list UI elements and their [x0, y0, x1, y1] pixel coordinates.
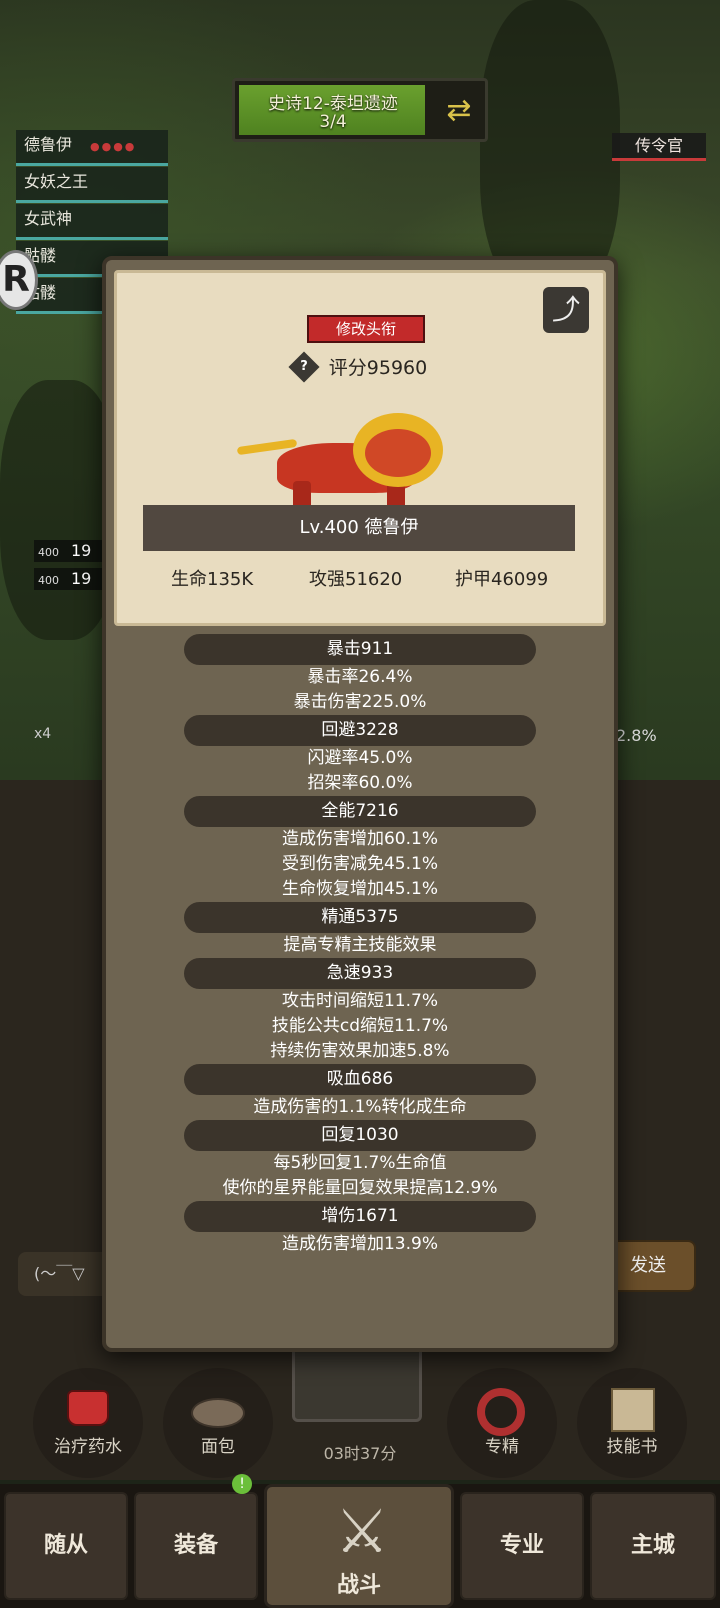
- chat-input[interactable]: (～￣▽: [18, 1252, 114, 1296]
- stat-line: 暴击率26.4%: [307, 667, 413, 687]
- nav-tab-city[interactable]: 主城: [590, 1492, 716, 1600]
- unit-hp-bar: 400 19: [34, 568, 104, 590]
- lion-pet-portrait: [236, 403, 487, 513]
- attack-stat: 攻强51620: [309, 569, 403, 590]
- nav-tab-follower[interactable]: 随从: [4, 1492, 128, 1600]
- score-row: ? 评分95960: [117, 350, 603, 383]
- quest-title: 史诗12-泰坦遗迹: [268, 94, 398, 114]
- star-rating: ●●●●: [90, 140, 137, 153]
- character-card: ⤴ 修改头衔 ? 评分95960 Lv.400 德鲁伊 生命135K 攻强5162…: [114, 270, 606, 626]
- action-label: 技能书: [606, 1437, 658, 1457]
- stat-line: 使你的星界能量回复效果提高12.9%: [222, 1178, 498, 1198]
- character-stats-dialog: ⤴ 修改头衔 ? 评分95960 Lv.400 德鲁伊 生命135K 攻强5162…: [102, 256, 618, 1352]
- action-potion[interactable]: 治疗药水: [28, 1368, 148, 1478]
- stat-line: 造成伤害增加60.1%: [281, 829, 438, 849]
- stat-line: 技能公共cd缩短11.7%: [271, 1016, 449, 1036]
- action-label: 专精: [485, 1437, 519, 1457]
- stat-line: 暴击伤害225.0%: [293, 692, 427, 712]
- quest-progress-text: 3/4: [319, 112, 347, 132]
- herald-button[interactable]: 传令官: [612, 133, 706, 161]
- potion-icon: [67, 1390, 109, 1426]
- stat-line: 招架率60.0%: [307, 773, 413, 793]
- crossed-swords-icon: ⚔: [335, 1497, 389, 1567]
- stat-line: 每5秒回复1.7%生命值: [273, 1153, 447, 1173]
- action-label: 治疗药水: [54, 1437, 122, 1457]
- stat-header: 全能7216: [184, 796, 536, 827]
- stat-line: 生命恢复增加45.1%: [281, 879, 438, 899]
- stat-group-leech: 吸血686 造成伤害的1.1%转化成生命: [106, 1064, 614, 1120]
- roster-item[interactable]: 女妖之王: [16, 167, 168, 203]
- stat-header: 回避3228: [184, 715, 536, 746]
- side-percent: 2.8%: [616, 726, 657, 745]
- nav-tab-equipment[interactable]: 装备: [134, 1492, 258, 1600]
- roster-name: 女妖之王: [24, 172, 89, 191]
- action-label: 面包: [201, 1437, 235, 1457]
- stat-group-crit: 暴击911 暴击率26.4% 暴击伤害225.0%: [106, 634, 614, 715]
- stat-header: 精通5375: [184, 902, 536, 933]
- unit-hp-bar: 400 19: [34, 540, 104, 562]
- score-text: 评分95960: [328, 357, 428, 379]
- stat-line: 攻击时间缩短11.7%: [281, 991, 438, 1011]
- stat-group-damage-increase: 增伤1671 造成伤害增加13.9%: [106, 1201, 614, 1257]
- stat-header: 吸血686: [184, 1064, 536, 1095]
- roster-name: 女武神: [24, 209, 73, 228]
- stat-line: 闪避率45.0%: [307, 748, 413, 768]
- stat-line: 造成伤害的1.1%转化成生命: [253, 1097, 467, 1117]
- stat-line: 提高专精主技能效果: [283, 935, 437, 955]
- action-bread[interactable]: 面包: [158, 1368, 278, 1478]
- nav-tab-label: 战斗: [336, 1573, 381, 1598]
- stat-header: 增伤1671: [184, 1201, 536, 1232]
- character-name-plate: Lv.400 德鲁伊: [143, 505, 575, 551]
- roster-name: 德鲁伊: [24, 135, 73, 154]
- book-icon: [611, 1388, 655, 1432]
- swap-icon[interactable]: ⇄: [439, 91, 479, 131]
- quest-progress-banner[interactable]: 史诗12-泰坦遗迹 3/4 ⇄: [232, 78, 488, 142]
- bread-icon: [191, 1398, 245, 1428]
- stat-line: 持续伤害效果加速5.8%: [270, 1041, 450, 1061]
- nav-tab-profession[interactable]: 专业: [460, 1492, 584, 1600]
- roster-item[interactable]: 德鲁伊 ●●●●: [16, 130, 168, 166]
- stat-header: 回复1030: [184, 1120, 536, 1151]
- secondary-stats-list: 暴击911 暴击率26.4% 暴击伤害225.0% 回避3228 闪避率45.0…: [106, 634, 614, 1257]
- action-specialization[interactable]: 专精: [442, 1368, 562, 1478]
- spec-icon: [477, 1388, 525, 1436]
- roster-item[interactable]: 女武神: [16, 204, 168, 240]
- tree-silhouette: [480, 0, 620, 300]
- stat-group-avoidance: 回避3228 闪避率45.0% 招架率60.0%: [106, 715, 614, 796]
- stat-header: 急速933: [184, 958, 536, 989]
- edit-title-button[interactable]: 修改头衔: [307, 315, 425, 343]
- bottom-navigation: 随从 装备 ! ⚔ 战斗 专业 主城: [0, 1474, 720, 1608]
- stat-group-versatility: 全能7216 造成伤害增加60.1% 受到伤害减免45.1% 生命恢复增加45.…: [106, 796, 614, 902]
- action-skill-book[interactable]: 技能书: [572, 1368, 692, 1478]
- stat-group-mastery: 精通5375 提高专精主技能效果: [106, 902, 614, 958]
- hp-stat: 生命135K: [171, 569, 254, 590]
- help-icon[interactable]: ?: [288, 350, 320, 383]
- basic-stats-row: 生命135K 攻强51620 护甲46099: [117, 565, 603, 597]
- chest-timer: 03时37分: [323, 1444, 397, 1463]
- notification-badge: !: [232, 1474, 252, 1494]
- armor-stat: 护甲46099: [455, 569, 549, 590]
- multiplier-label: x4: [34, 726, 52, 742]
- stat-group-haste: 急速933 攻击时间缩短11.7% 技能公共cd缩短11.7% 持续伤害效果加速…: [106, 958, 614, 1064]
- nav-tab-battle[interactable]: ⚔ 战斗: [264, 1484, 454, 1608]
- stat-group-recovery: 回复1030 每5秒回复1.7%生命值 使你的星界能量回复效果提高12.9%: [106, 1120, 614, 1201]
- stat-header: 暴击911: [184, 634, 536, 665]
- stat-line: 受到伤害减免45.1%: [281, 854, 438, 874]
- stat-line: 造成伤害增加13.9%: [281, 1234, 438, 1254]
- share-icon[interactable]: ⤴: [543, 287, 589, 333]
